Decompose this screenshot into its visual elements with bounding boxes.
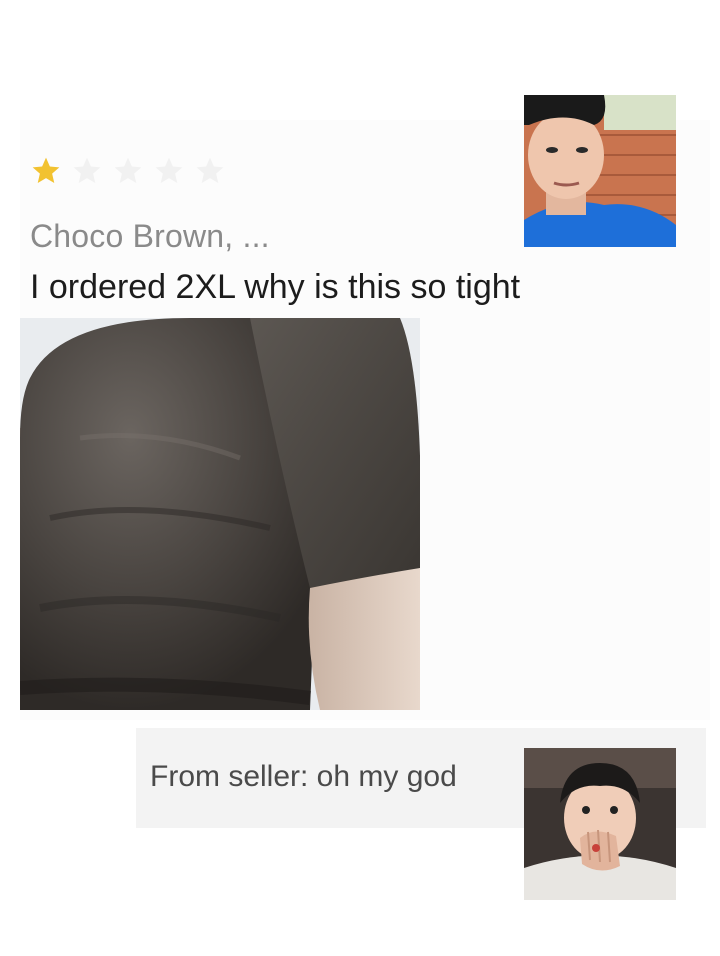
reaction-image-top — [524, 95, 676, 247]
reaction-face-hand-icon — [524, 748, 676, 900]
star-empty-icon — [155, 157, 183, 183]
star-empty-icon — [196, 157, 224, 183]
reaction-face-icon — [524, 95, 676, 247]
reaction-image-bottom — [524, 748, 676, 900]
review-photo[interactable] — [20, 318, 420, 710]
star-filled-icon — [32, 157, 60, 183]
seller-reply-text: From seller: oh my god — [150, 760, 457, 793]
review-text: I ordered 2XL why is this so tight — [30, 268, 521, 306]
tight-shirt-photo — [20, 318, 420, 710]
review-author: Choco Brown, ... — [30, 218, 270, 254]
star-rating — [30, 155, 226, 187]
star-empty-icon — [114, 157, 142, 183]
star-empty-icon — [73, 157, 101, 183]
